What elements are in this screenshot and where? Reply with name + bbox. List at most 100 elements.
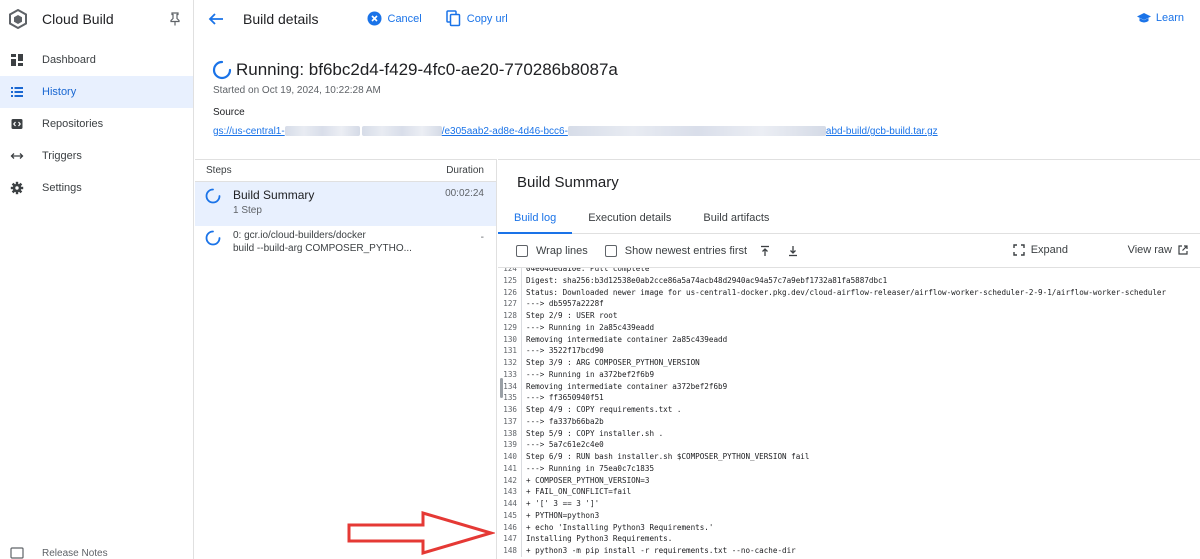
build-title: Running: bf6bc2d4-f429-4fc0-ae20-770286b…	[236, 60, 618, 79]
log-line: 126 Status: Downloaded newer image for us…	[498, 286, 1200, 299]
source-link[interactable]: gs://us-central1- /e305aab2-ad8e-4d46-bcc…	[213, 126, 938, 137]
build-start-time: Started on Oct 19, 2024, 10:22:28 AM	[213, 85, 381, 96]
log-line-number: 139	[498, 439, 522, 451]
log-line: 144 + '[' 3 == 3 ']'	[498, 498, 1200, 510]
pin-icon[interactable]	[169, 12, 181, 26]
school-icon	[1136, 12, 1151, 22]
step-row-0[interactable]: 0: gcr.io/cloud-builders/docker build --…	[195, 226, 496, 266]
source-link-part: /e305aab2-ad8e-4d46-bcc6-	[441, 126, 568, 137]
panel-resize-handle[interactable]	[500, 378, 503, 398]
page-title: Build details	[243, 10, 319, 27]
sidebar-item-settings[interactable]: Settings	[0, 172, 193, 204]
sidebar-item-label: Settings	[42, 182, 82, 194]
redacted-text	[361, 126, 442, 137]
expand-button[interactable]: Expand	[1012, 244, 1068, 256]
log-line: 146 + echo 'Installing Python3 Requiremen…	[498, 521, 1200, 534]
source-link-part: gs://us-central1-	[213, 126, 285, 137]
log-line: 136 Step 4/9 : COPY requirements.txt .	[498, 404, 1200, 416]
log-line-text: ---> Running in a372bef2f6b9	[526, 369, 655, 379]
log-line-text: + COMPOSER_PYTHON_VERSION=3	[526, 475, 650, 485]
log-line: 147 Installing Python3 Requirements.	[498, 533, 1200, 545]
running-spinner-icon	[205, 188, 221, 204]
log-line-number: 146	[498, 521, 522, 534]
log-line-text: Step 4/9 : COPY requirements.txt .	[526, 405, 682, 414]
dashboard-icon	[10, 53, 24, 67]
cancel-button[interactable]: Cancel	[367, 11, 422, 26]
show-newest-checkbox[interactable]	[604, 245, 617, 257]
log-line-number: 127	[498, 298, 522, 310]
history-list-icon	[10, 85, 24, 99]
expand-label: Expand	[1030, 244, 1068, 256]
step-row-build-summary[interactable]: Build Summary 1 Step 00:02:24	[195, 182, 496, 226]
source-link-part: abd-build/gcb-build.tar.gz	[825, 126, 938, 137]
log-line: 134 Removing intermediate container a372b…	[498, 380, 1200, 393]
release-notes-link[interactable]: Release Notes	[10, 547, 108, 559]
log-line: 142 + COMPOSER_PYTHON_VERSION=3	[498, 474, 1200, 487]
log-line-number: 140	[498, 451, 522, 463]
log-line-text: Step 3/9 : ARG COMPOSER_PYTHON_VERSION	[526, 358, 700, 367]
step-duration: -	[480, 232, 484, 243]
log-line-text: Digest: sha256:b3d12538e0ab2cce86a5a74ac…	[526, 275, 888, 285]
scroll-to-bottom-icon[interactable]	[787, 245, 799, 257]
log-line: 145 + PYTHON=python3	[498, 509, 1200, 522]
step-title: 0: gcr.io/cloud-builders/docker	[233, 230, 366, 241]
log-line: 143 + FAIL_ON_CONFLICT=fail	[498, 486, 1200, 498]
tab-build-artifacts[interactable]: Build artifacts	[687, 206, 785, 233]
log-line-number: 143	[498, 486, 522, 498]
log-line: 148 + python3 -m pip install -r requireme…	[498, 545, 1200, 557]
sidebar-item-repositories[interactable]: Repositories	[0, 108, 193, 140]
sidebar-item-label: Dashboard	[42, 54, 96, 66]
step-subtitle: 1 Step	[233, 205, 262, 216]
log-line: 140 Step 6/9 : RUN bash installer.sh $COM…	[498, 451, 1200, 463]
sidebar-item-triggers[interactable]: Triggers	[0, 140, 193, 172]
wrap-lines-checkbox[interactable]	[516, 245, 528, 257]
log-line-text: ---> fa337b66ba2b	[526, 416, 604, 426]
log-line: 132 Step 3/9 : ARG COMPOSER_PYTHON_VERSIO…	[498, 357, 1200, 369]
wrap-lines-label: Wrap lines	[536, 245, 588, 257]
sidebar-item-history[interactable]: History	[0, 76, 193, 108]
log-line-text: Step 6/9 : RUN bash installer.sh $COMPOS…	[526, 452, 810, 461]
log-line-number: 142	[498, 474, 522, 487]
expand-icon	[1012, 244, 1025, 256]
log-line-number: 145	[498, 509, 522, 522]
duration-column-header: Duration	[446, 165, 484, 176]
sidebar: Cloud Build Dashboard History Repositori…	[0, 0, 194, 559]
release-notes-icon	[10, 547, 24, 559]
copy-url-button[interactable]: Copy url	[446, 10, 508, 27]
sidebar-item-dashboard[interactable]: Dashboard	[0, 44, 193, 76]
steps-table-header: Steps Duration	[195, 160, 496, 182]
scroll-to-top-icon[interactable]	[759, 245, 771, 257]
log-line: 130 Removing intermediate container 2a85c…	[498, 333, 1200, 346]
cancel-label: Cancel	[387, 12, 422, 25]
copy-icon	[446, 10, 460, 27]
open-in-new-icon	[1178, 245, 1188, 255]
steps-column-header: Steps	[206, 165, 232, 176]
log-line: 131 ---> 3522f17bcd90	[498, 345, 1200, 357]
log-line-number: 132	[498, 357, 522, 369]
build-status-header: Running: bf6bc2d4-f429-4fc0-ae20-770286b…	[212, 60, 618, 80]
show-newest-label: Show newest entries first	[624, 245, 748, 257]
log-line-text: Removing intermediate container 2a85c439…	[526, 334, 728, 344]
log-line-text: ---> Running in 2a85c439eadd	[526, 322, 655, 332]
build-summary-panel: Build Summary Build log Execution detail…	[498, 159, 1200, 559]
sidebar-nav: Dashboard History Repositories Triggers …	[0, 44, 193, 204]
log-line: 135 ---> ff3650940f51	[498, 392, 1200, 404]
log-line-text: ---> 3522f17bcd90	[526, 346, 604, 356]
log-line: 128 Step 2/9 : USER root	[498, 310, 1200, 322]
back-arrow-icon[interactable]	[207, 10, 225, 28]
log-line-text: ---> Running in 75ea0c7c1835	[526, 463, 655, 473]
log-line: 129 ---> Running in 2a85c439eadd	[498, 321, 1200, 334]
log-line-number: 137	[498, 415, 522, 428]
log-line-number: 126	[498, 286, 522, 299]
tab-execution-details[interactable]: Execution details	[572, 206, 687, 233]
log-line-number: 141	[498, 462, 522, 475]
view-raw-button[interactable]: View raw	[1128, 244, 1188, 256]
build-log-output: 124 04e04deda10e: Pull complete 125 Digest:…	[498, 267, 1200, 559]
log-line-text: ---> 5a7c61e2c4e0	[526, 440, 604, 450]
tab-build-log[interactable]: Build log	[498, 206, 573, 234]
learn-button[interactable]: Learn	[1136, 12, 1184, 24]
log-line-number: 128	[498, 310, 522, 322]
log-line: 139 ---> 5a7c61e2c4e0	[498, 439, 1200, 451]
sidebar-item-label: Triggers	[42, 150, 82, 162]
panel-tabs: Build log Execution details Build artifa…	[498, 206, 1200, 234]
